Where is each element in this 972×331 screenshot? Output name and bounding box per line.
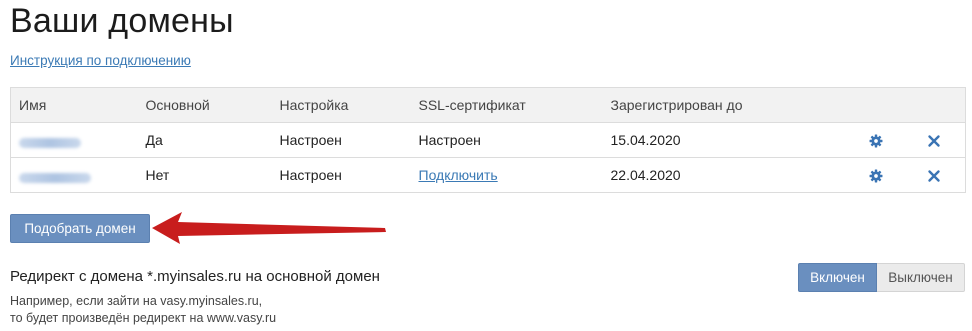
blurred-domain-name: [19, 172, 91, 183]
registered-until-cell: 22.04.2020: [602, 157, 848, 193]
connection-instructions-link[interactable]: Инструкция по подключению: [10, 53, 191, 68]
domain-name-cell: [10, 157, 138, 193]
setup-cell: Настроен: [271, 157, 411, 193]
table-row: Нет Настроен Подключить 22.04.2020: [10, 157, 966, 193]
domains-table: Имя Основной Настройка SSL-сертификат За…: [10, 87, 966, 193]
pick-domain-button[interactable]: Подобрать домен: [10, 214, 150, 243]
ssl-connect-link[interactable]: Подключить: [419, 167, 498, 183]
delete-cell: [903, 157, 966, 193]
column-header-name: Имя: [10, 87, 138, 123]
registered-until-cell: 15.04.2020: [602, 122, 848, 158]
column-header-registered-until: Зарегистрирован до: [602, 87, 848, 123]
column-header-primary: Основной: [137, 87, 272, 123]
domain-name-cell: [10, 122, 138, 158]
settings-cell: [847, 122, 904, 158]
redirect-toggle: Включен Выключен: [798, 263, 965, 292]
delete-cell: [903, 122, 966, 158]
redirect-description-line: то будет произведён редирект на www.vasy…: [10, 311, 277, 325]
page-title: Ваши домены: [10, 2, 234, 40]
ssl-cell: Подключить: [410, 157, 603, 193]
arrow-annotation: [152, 212, 386, 244]
close-icon[interactable]: [927, 169, 941, 183]
gear-icon[interactable]: [869, 169, 883, 183]
redirect-description: Например, если зайти на vasy.myinsales.r…: [10, 293, 276, 327]
blurred-domain-name: [19, 137, 81, 148]
column-header-setup: Настройка: [271, 87, 411, 123]
close-icon[interactable]: [927, 134, 941, 148]
settings-cell: [847, 157, 904, 193]
redirect-description-line: Например, если зайти на vasy.myinsales.r…: [10, 294, 263, 308]
primary-cell: Да: [137, 122, 272, 158]
toggle-off-button[interactable]: Выключен: [877, 263, 965, 292]
setup-cell: Настроен: [271, 122, 411, 158]
toggle-on-button[interactable]: Включен: [798, 263, 877, 292]
column-header-ssl: SSL-сертификат: [410, 87, 603, 123]
column-header-delete: [903, 87, 966, 123]
table-row: Да Настроен Настроен 15.04.2020: [10, 122, 966, 158]
ssl-cell: Настроен: [410, 122, 603, 158]
gear-icon[interactable]: [869, 134, 883, 148]
redirect-title: Редирект с домена *.myinsales.ru на осно…: [10, 268, 380, 285]
column-header-settings: [847, 87, 904, 123]
table-header-row: Имя Основной Настройка SSL-сертификат За…: [10, 87, 966, 123]
primary-cell: Нет: [137, 157, 272, 193]
